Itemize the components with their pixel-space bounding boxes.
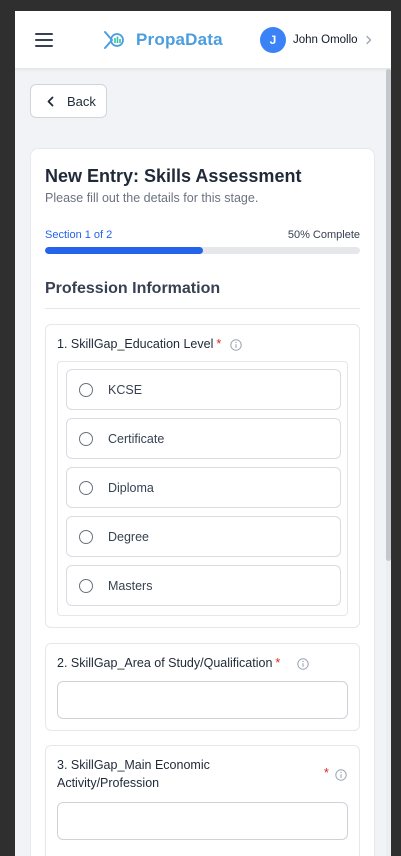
app-logo[interactable]: PropaData — [103, 29, 223, 51]
section-indicator: Section 1 of 2 — [45, 229, 113, 241]
required-asterisk: * — [216, 337, 222, 351]
chevron-left-icon — [47, 96, 54, 106]
radio-button[interactable] — [79, 382, 93, 397]
user-menu[interactable]: J John Omollo — [260, 27, 374, 53]
propadata-logo-icon — [104, 31, 124, 49]
section-divider — [45, 308, 360, 309]
page-subtitle: Please fill out the details for this sta… — [45, 191, 259, 205]
radio-option-diploma[interactable]: Diploma — [66, 467, 341, 508]
section-heading: Profession Information — [45, 280, 221, 297]
user-name: John Omollo — [293, 34, 358, 46]
radio-option-label: Certificate — [108, 431, 165, 446]
radio-button[interactable] — [79, 480, 93, 495]
back-button-label: Back — [67, 93, 96, 109]
area-of-study-input[interactable] — [57, 681, 348, 719]
question-label-line-2: Activity/Profession — [57, 776, 160, 790]
radio-option-label: Diploma — [108, 480, 154, 495]
radio-option-label: Masters — [108, 578, 153, 593]
radio-button[interactable] — [79, 431, 93, 446]
radio-option-kcse[interactable]: KCSE — [66, 369, 341, 410]
info-icon[interactable] — [335, 769, 347, 781]
radio-group: KCSE Certificate Diploma Degree Masters — [57, 361, 348, 616]
radio-option-label: KCSE — [108, 382, 143, 397]
required-asterisk: * — [324, 766, 329, 780]
radio-option-masters[interactable]: Masters — [66, 565, 341, 606]
avatar: J — [260, 27, 286, 53]
radio-option-degree[interactable]: Degree — [66, 516, 341, 557]
top-app-bar: PropaData J John Omollo — [15, 11, 391, 69]
scrollbar-thumb[interactable] — [386, 69, 391, 561]
question-main-economic-activity: 3. SkillGap_Main Economic Activity/Profe… — [45, 745, 360, 856]
radio-button[interactable] — [79, 529, 93, 544]
progress-bar-fill — [45, 247, 203, 254]
question-label: 1. SkillGap_Education Level * — [57, 337, 222, 351]
hamburger-menu-icon[interactable] — [35, 33, 53, 48]
progress-bar — [45, 247, 360, 254]
radio-option-label: Degree — [108, 529, 149, 544]
question-area-of-study: 2. SkillGap_Area of Study/Qualification * — [45, 643, 360, 731]
info-icon[interactable] — [230, 339, 242, 351]
radio-button[interactable] — [79, 578, 93, 593]
page-title: New Entry: Skills Assessment — [45, 166, 302, 186]
radio-option-certificate[interactable]: Certificate — [66, 418, 341, 459]
chevron-right-icon — [365, 35, 371, 45]
question-label: 2. SkillGap_Area of Study/Qualification * — [57, 656, 281, 670]
question-education-level: 1. SkillGap_Education Level * KCSE Certif… — [45, 324, 360, 628]
app-name: PropaData — [136, 30, 223, 49]
back-button[interactable]: Back — [30, 84, 107, 118]
info-icon[interactable] — [297, 658, 309, 670]
main-economic-activity-input[interactable] — [57, 802, 348, 840]
app-screen: PropaData J John Omollo Back New Entry: … — [15, 11, 391, 856]
form-card: New Entry: Skills Assessment Please fill… — [30, 148, 375, 856]
progress-percent: 50% Complete — [287, 229, 360, 241]
question-label-line-1: 3. SkillGap_Main Economic — [57, 758, 210, 772]
required-asterisk: * — [275, 656, 281, 670]
